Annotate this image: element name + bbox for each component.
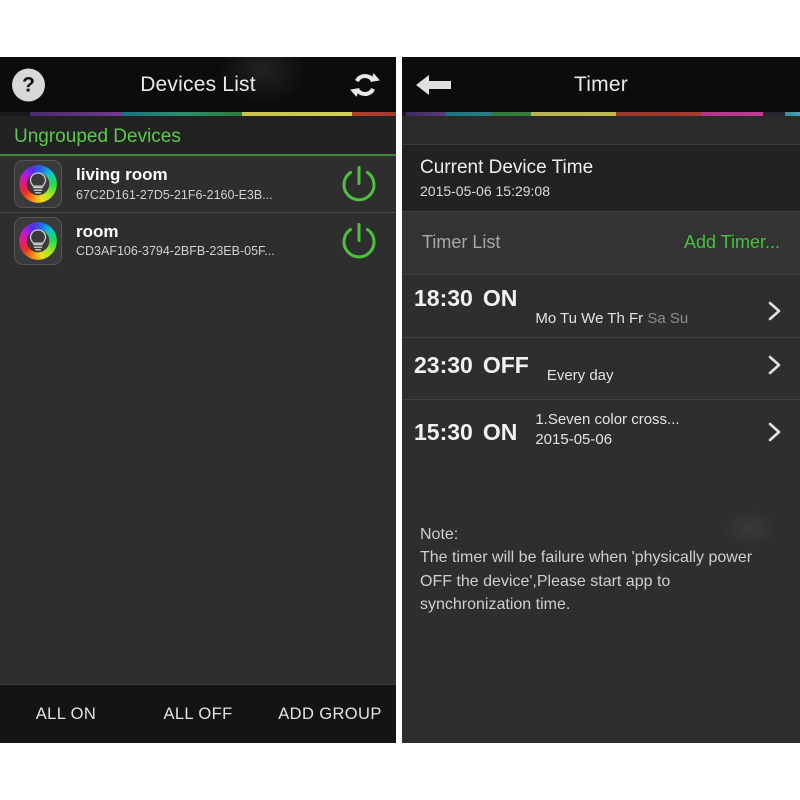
timer-state: OFF	[482, 351, 529, 378]
timer-row[interactable]: 15:30 ON 1.Seven color cross... 2015-05-…	[402, 398, 800, 461]
timer-time: 15:30	[414, 418, 473, 445]
power-icon[interactable]	[336, 218, 382, 264]
chevron-right-icon[interactable]	[764, 419, 786, 445]
timer-program: 1.Seven color cross...	[535, 410, 764, 430]
note-line-4: synchronization time.	[420, 596, 571, 614]
timer-state: ON	[482, 284, 518, 311]
timer-detail: Mo Tu We Th Fr Sa Su	[517, 293, 764, 329]
current-device-time-section: Current Device Time 2015-05-06 15:29:08	[402, 145, 800, 212]
current-device-time-value: 2015-05-06 15:29:08	[420, 182, 550, 199]
bulb-glyph	[29, 172, 47, 194]
timer-row[interactable]: 18:30 ON Mo Tu We Th Fr Sa Su	[402, 274, 800, 337]
timer-list-title: Timer List	[422, 232, 501, 253]
power-icon[interactable]	[336, 161, 382, 207]
device-list-empty-area	[0, 268, 396, 684]
devices-bottom-toolbar: ALL ON ALL OFF ADD GROUP	[0, 684, 396, 743]
all-off-button[interactable]: ALL OFF	[132, 705, 264, 724]
timer-detail: 1.Seven color cross... 2015-05-06	[517, 410, 764, 451]
back-arrow-icon[interactable]	[414, 72, 454, 98]
device-meta: room CD3AF106-3794-2BFB-23EB-05F...	[62, 221, 336, 260]
device-name: room	[76, 221, 119, 241]
ungrouped-devices-header: Ungrouped Devices	[0, 116, 396, 156]
timer-days-active: Mo Tu We Th Fr	[535, 309, 644, 327]
timer-note-area: Note: The timer will be failure when 'ph…	[402, 460, 800, 743]
timer-time: 23:30	[414, 351, 473, 378]
timer-page-title: Timer	[574, 72, 628, 96]
timer-top-spacer	[402, 116, 800, 145]
devices-list-panel: ? Devices List Ungrouped Devices living …	[0, 57, 396, 743]
devices-titlebar: ? Devices List	[0, 57, 396, 112]
refresh-icon[interactable]	[348, 68, 382, 102]
device-name: living room	[76, 165, 168, 185]
timer-note: Note: The timer will be failure when 'ph…	[402, 523, 800, 617]
bulb-glyph	[29, 228, 47, 250]
timer-titlebar: Timer	[402, 57, 800, 112]
note-title: Note:	[420, 525, 459, 543]
current-device-time-label: Current Device Time	[420, 157, 594, 178]
timer-days-inactive: Sa Su	[647, 309, 689, 327]
device-uuid: 67C2D161-27D5-21F6-2160-E3B...	[76, 187, 273, 202]
timer-detail: Every day	[529, 350, 764, 386]
timer-days-active: Every day	[546, 367, 614, 385]
rgb-bulb-icon	[14, 216, 62, 265]
titlebar-right-slot	[348, 68, 382, 102]
help-button[interactable]: ?	[12, 68, 45, 101]
add-timer-button[interactable]: Add Timer...	[684, 232, 780, 253]
timer-list-header: Timer List Add Timer...	[402, 211, 800, 275]
timer-panel: Timer Current Device Time 2015-05-06 15:…	[402, 57, 800, 743]
all-on-button[interactable]: ALL ON	[0, 705, 132, 724]
rgb-bulb-icon	[14, 160, 62, 208]
note-line-3: OFF the device',Please start app to	[420, 572, 671, 590]
timer-program-label: 1.Seven color cross...	[535, 410, 680, 428]
device-meta: living room 67C2D161-27D5-21F6-2160-E3B.…	[62, 164, 336, 203]
add-group-button[interactable]: ADD GROUP	[264, 705, 396, 724]
titlebar-left-slot: ?	[12, 68, 45, 101]
screenshot-root: ? Devices List Ungrouped Devices living …	[0, 0, 800, 800]
device-list: living room 67C2D161-27D5-21F6-2160-E3B.…	[0, 156, 396, 268]
timer-state: ON	[482, 418, 518, 445]
device-uuid: CD3AF106-3794-2BFB-23EB-05F...	[76, 244, 275, 259]
timer-row[interactable]: 23:30 OFF Every day	[402, 336, 800, 399]
timer-days: Every day	[547, 366, 764, 386]
timer-time: 18:30	[414, 284, 473, 311]
timer-days: Mo Tu We Th Fr Sa Su	[535, 309, 764, 329]
note-line-2: The timer will be failure when 'physical…	[420, 549, 753, 567]
timer-rows: 18:30 ON Mo Tu We Th Fr Sa Su 23:30 OFF	[402, 274, 800, 461]
device-row[interactable]: living room 67C2D161-27D5-21F6-2160-E3B.…	[0, 156, 396, 212]
titlebar-left-slot	[414, 72, 454, 98]
group-header-label: Ungrouped Devices	[14, 126, 181, 147]
timer-date: 2015-05-06	[535, 431, 613, 449]
chevron-right-icon[interactable]	[764, 298, 786, 324]
chevron-right-icon[interactable]	[764, 352, 786, 378]
device-row[interactable]: room CD3AF106-3794-2BFB-23EB-05F...	[0, 212, 396, 268]
devices-page-title: Devices List	[140, 72, 256, 96]
